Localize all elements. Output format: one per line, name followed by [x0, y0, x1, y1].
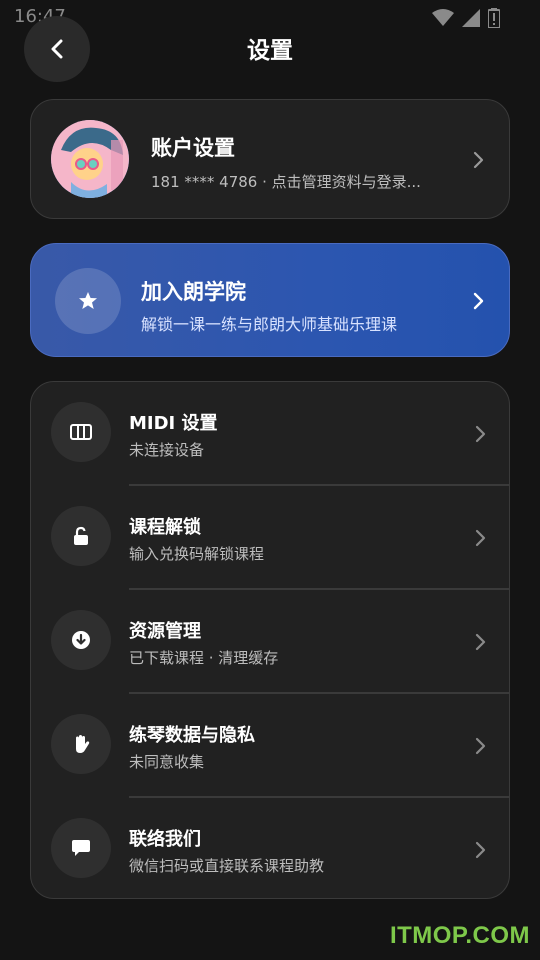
menu-item-contact-us[interactable]: 联络我们 微信扫码或直接联系课程助教 [31, 798, 509, 898]
avatar [51, 120, 129, 198]
menu-item-resource-management[interactable]: 资源管理 已下载课程 · 清理缓存 [31, 590, 509, 694]
piano-keys-icon [70, 424, 92, 440]
star-icon-badge [55, 268, 121, 334]
icon-circle [51, 402, 111, 462]
icon-circle [51, 818, 111, 878]
promo-subtitle: 解锁一课一练与郎朗大师基础乐理课 [141, 315, 398, 334]
menu-item-subtitle: 微信扫码或直接联系课程助教 [129, 857, 325, 875]
account-subtitle: 181 **** 4786 · 点击管理资料与登录... [151, 173, 421, 191]
chevron-right-icon [475, 633, 486, 651]
page-title: 设置 [247, 38, 293, 64]
lock-icon [74, 526, 88, 545]
chevron-right-icon [475, 529, 486, 547]
download-icon [72, 631, 90, 649]
chevron-right-icon [475, 841, 486, 859]
menu-item-midi[interactable]: MIDI 设置 未连接设备 [31, 382, 509, 486]
menu-item-title: 联络我们 [129, 829, 201, 850]
menu-item-subtitle: 输入兑换码解锁课程 [129, 545, 265, 563]
menu-item-subtitle: 未同意收集 [129, 753, 205, 771]
chevron-right-icon [475, 737, 486, 755]
menu-item-course-unlock[interactable]: 课程解锁 输入兑换码解锁课程 [31, 486, 509, 590]
avatar-illustration [51, 120, 129, 198]
menu-item-title: MIDI 设置 [129, 413, 218, 434]
join-academy-card[interactable]: 加入朗学院 解锁一课一练与郎朗大师基础乐理课 [30, 243, 510, 357]
settings-menu-card: MIDI 设置 未连接设备 课程解锁 输入兑换码解锁课程 资源管理 已下载课程 … [30, 381, 510, 899]
chevron-right-icon [473, 151, 484, 169]
chevron-right-icon [473, 292, 484, 310]
menu-item-subtitle: 未连接设备 [129, 441, 205, 459]
icon-circle [51, 506, 111, 566]
icon-circle [51, 714, 111, 774]
menu-item-subtitle: 已下载课程 · 清理缓存 [129, 649, 279, 667]
star-icon [79, 292, 97, 309]
hand-icon [76, 735, 90, 753]
account-settings-card[interactable]: 账户设置 181 **** 4786 · 点击管理资料与登录... [30, 99, 510, 219]
chevron-right-icon [475, 425, 486, 443]
account-title: 账户设置 [151, 136, 235, 160]
watermark: ITMOP.COM [389, 922, 530, 949]
signal-icon [462, 9, 480, 27]
icon-circle [51, 610, 111, 670]
chat-bubble-icon [72, 840, 90, 856]
menu-item-title: 练琴数据与隐私 [129, 725, 255, 746]
wifi-icon [432, 9, 454, 26]
menu-item-title: 资源管理 [129, 621, 201, 642]
menu-item-practice-data-privacy[interactable]: 练琴数据与隐私 未同意收集 [31, 694, 509, 798]
menu-item-title: 课程解锁 [129, 517, 201, 538]
promo-title: 加入朗学院 [141, 280, 246, 304]
battery-icon [488, 8, 500, 28]
status-icons [432, 8, 500, 28]
